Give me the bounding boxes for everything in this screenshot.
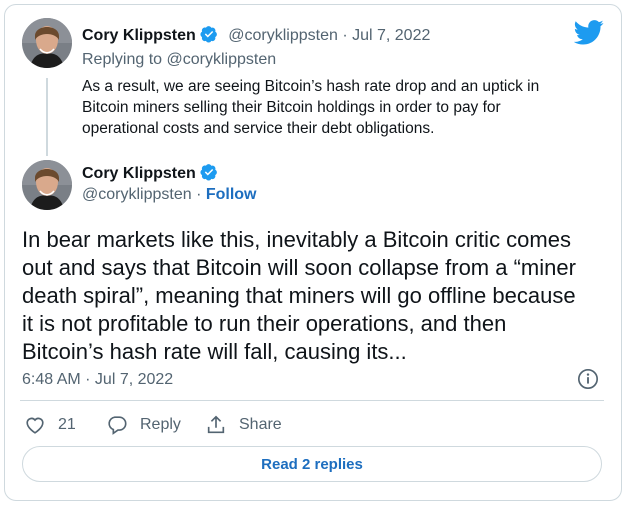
share-icon [207,415,225,434]
verified-badge-icon [200,164,217,181]
info-icon[interactable] [577,368,599,390]
like-count: 21 [58,416,76,433]
quoted-tweet-text: As a result, we are seeing Bitcoin’s has… [82,76,539,139]
like-button[interactable]: 21 [24,414,76,436]
author-name[interactable]: Cory Klippsten [82,27,196,44]
text-line: death spiral”, meaning that miners will … [22,283,576,308]
tweet-date[interactable]: Jul 7, 2022 [352,27,430,44]
author-handle[interactable]: @coryklippsten [228,27,338,44]
thread-connector-line [46,78,48,156]
text-line: Bitcoin miners selling their Bitcoin hol… [82,99,501,116]
read-replies-label: Read 2 replies [261,455,363,473]
main-tweet-handle-row: @coryklippsten · Follow [82,186,257,204]
avatar[interactable] [22,18,72,68]
text-line: it is not profitable to run their operat… [22,311,507,336]
follow-button[interactable]: Follow [206,186,257,203]
quoted-tweet-header: Cory Klippsten @coryklippsten · Jul 7, 2… [82,25,430,45]
read-replies-button[interactable]: Read 2 replies [22,446,602,482]
text-line: operational costs and service their debt… [82,120,435,137]
replying-prefix: Replying to [82,51,167,68]
tweet-timestamp[interactable]: 6:48 AM · Jul 7, 2022 [22,371,173,389]
share-button[interactable]: Share [205,414,282,436]
reply-bubble-icon [108,416,127,435]
divider [20,400,604,401]
verified-badge-icon [200,26,217,43]
main-tweet-author: Cory Klippsten [82,163,218,183]
avatar[interactable] [22,160,72,210]
author-name[interactable]: Cory Klippsten [82,165,196,182]
text-line: out and says that Bitcoin will soon coll… [22,255,576,280]
reply-label: Reply [140,416,181,433]
author-handle[interactable]: @coryklippsten [82,186,192,203]
follow-separator: · [191,186,206,203]
share-label: Share [239,416,282,433]
replying-to-line: Replying to @coryklippsten [82,51,276,69]
heart-icon [26,417,44,434]
replying-to-mention[interactable]: @coryklippsten [167,51,277,68]
text-line: In bear markets like this, inevitably a … [22,227,571,252]
main-tweet-text[interactable]: In bear markets like this, inevitably a … [22,226,576,366]
text-line: Bitcoin’s hash rate will fall, causing i… [22,339,407,364]
twitter-bird-icon[interactable] [574,20,604,45]
text-line: As a result, we are seeing Bitcoin’s has… [82,78,540,95]
date-separator: · [337,27,353,44]
reply-button[interactable]: Reply [106,414,181,436]
